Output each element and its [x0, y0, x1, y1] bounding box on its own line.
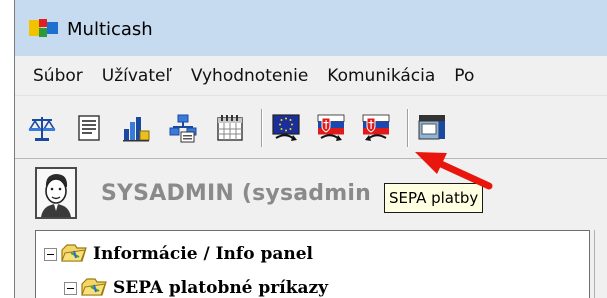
toolbar-separator	[407, 109, 409, 147]
app-window: Multicash Súbor Užívateľ Vyhodnotenie Ko…	[14, 0, 607, 298]
window-title: Multicash	[67, 18, 153, 40]
slovak-flag-icon[interactable]	[314, 111, 348, 145]
tree-item-label: Informácie / Info panel	[93, 244, 314, 264]
multicash-app-icon	[29, 17, 59, 39]
slovak-flag-arrow-icon[interactable]	[359, 111, 393, 145]
menu-more[interactable]: Po	[454, 66, 474, 86]
folder-icon	[81, 275, 107, 298]
collapse-icon[interactable]	[64, 281, 77, 295]
menu-communication[interactable]: Komunikácia	[327, 66, 435, 86]
sepa-eu-icon[interactable]	[269, 111, 303, 145]
bar-chart-icon[interactable]	[119, 111, 153, 145]
menu-evaluation[interactable]: Vyhodnotenie	[191, 66, 308, 86]
calendar-icon[interactable]	[213, 111, 247, 145]
document-icon[interactable]	[72, 111, 106, 145]
menu-user[interactable]: Užívateľ	[102, 66, 172, 86]
current-user-label: SYSADMIN (sysadmin	[101, 181, 371, 206]
collapse-icon[interactable]	[44, 247, 57, 261]
tree-item-label: SEPA platobné príkazy	[113, 278, 329, 298]
organization-icon[interactable]	[166, 111, 200, 145]
scales-icon[interactable]	[25, 111, 59, 145]
tree-item-info-panel[interactable]: Informácie / Info panel	[44, 241, 313, 267]
title-bar[interactable]: Multicash	[15, 0, 607, 56]
user-bar: SYSADMIN (sysadmin	[15, 163, 607, 229]
menu-file[interactable]: Súbor	[33, 66, 83, 86]
toolbar-separator	[261, 109, 263, 147]
tree-item-sepa-orders[interactable]: SEPA platobné príkazy	[64, 275, 328, 298]
menu-bar: Súbor Užívateľ Vyhodnotenie Komunikácia …	[15, 56, 607, 96]
navigation-tree: Informácie / Info panel SEPA platobné pr…	[35, 230, 590, 298]
tooltip: SEPA platby	[384, 183, 484, 213]
side-panel-edge	[594, 230, 607, 298]
terminal-icon[interactable]	[415, 111, 449, 145]
folder-icon	[61, 241, 87, 267]
avatar[interactable]	[35, 167, 77, 219]
toolbar	[15, 97, 607, 159]
